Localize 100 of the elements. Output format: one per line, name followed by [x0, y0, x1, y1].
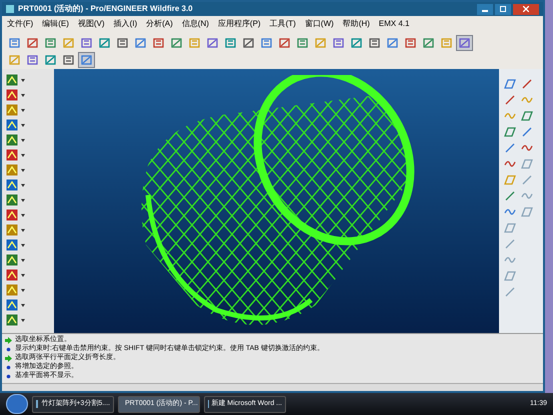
- datum-icon: [521, 158, 533, 170]
- feature-icon: [6, 299, 18, 311]
- dropdown-arrow-icon[interactable]: [21, 78, 25, 82]
- feature-tool-button[interactable]: [5, 74, 18, 86]
- datum-icon: [504, 270, 516, 282]
- tool-icon: [386, 37, 398, 49]
- feature-tool-button[interactable]: [5, 118, 18, 132]
- bullet-icon: [5, 364, 12, 371]
- datum-tool-button[interactable]: [503, 189, 517, 203]
- menu-item[interactable]: 工具(T): [270, 18, 296, 30]
- tool-icon: [152, 37, 164, 49]
- menu-item[interactable]: 编辑(E): [42, 18, 69, 30]
- datum-tool-button[interactable]: [503, 93, 517, 107]
- menu-item[interactable]: 视图(V): [78, 18, 105, 30]
- tool-icon: [44, 54, 56, 66]
- feature-icon: [6, 239, 18, 251]
- datum-tool-button[interactable]: [520, 77, 534, 91]
- dropdown-arrow-icon[interactable]: [21, 228, 25, 232]
- feature-tool-button[interactable]: [5, 254, 18, 266]
- dropdown-arrow-icon[interactable]: [21, 124, 25, 126]
- toolbar-button[interactable]: [456, 35, 473, 51]
- tool-icon: [80, 54, 92, 66]
- dropdown-arrow-icon[interactable]: [21, 184, 25, 186]
- tool-icon: [296, 37, 308, 49]
- tool-icon: [422, 37, 434, 49]
- dropdown-arrow-icon[interactable]: [21, 198, 25, 202]
- menu-item[interactable]: 应用程序(P): [218, 18, 261, 30]
- tool-icon: [8, 54, 20, 66]
- tool-icon: [116, 37, 128, 49]
- bullet-icon: [5, 373, 12, 380]
- feature-tool-button[interactable]: [5, 134, 18, 146]
- datum-icon: [521, 206, 533, 218]
- datum-tool-button[interactable]: [503, 77, 517, 91]
- dropdown-arrow-icon[interactable]: [21, 154, 25, 156]
- dropdown-arrow-icon[interactable]: [21, 138, 25, 142]
- feature-icon: [6, 179, 18, 191]
- feature-icon: [6, 104, 18, 116]
- datum-tool-button[interactable]: [503, 141, 517, 155]
- toolbar-button[interactable]: [78, 52, 95, 68]
- datum-icon: [504, 78, 516, 90]
- menu-item[interactable]: 信息(N): [182, 18, 209, 30]
- tool-icon: [80, 37, 92, 49]
- dropdown-arrow-icon[interactable]: [21, 258, 25, 262]
- datum-icon: [504, 286, 516, 298]
- dropdown-arrow-icon[interactable]: [21, 214, 25, 216]
- feature-tool-button[interactable]: [5, 194, 18, 206]
- feature-tool-button[interactable]: [5, 298, 18, 312]
- tool-icon: [44, 37, 56, 49]
- feature-icon: [6, 254, 18, 266]
- feature-icon: [6, 74, 18, 86]
- tool-icon: [170, 37, 182, 49]
- arrow-icon: [5, 355, 12, 362]
- feature-tool-button[interactable]: [5, 314, 18, 326]
- dropdown-arrow-icon[interactable]: [21, 318, 25, 322]
- feature-tool-button[interactable]: [5, 238, 18, 252]
- datum-icon: [504, 190, 516, 202]
- feature-icon: [6, 209, 18, 221]
- datum-icon: [521, 126, 533, 138]
- start-button[interactable]: [6, 394, 28, 414]
- datum-tool-button[interactable]: [503, 125, 517, 139]
- menu-item[interactable]: 窗口(W): [304, 18, 334, 30]
- tool-icon: [62, 54, 74, 66]
- datum-tool-button[interactable]: [520, 125, 534, 139]
- tool-icon: [188, 37, 200, 49]
- menu-item[interactable]: 文件(F): [7, 18, 34, 30]
- feature-icon: [6, 269, 18, 281]
- window-icon: [36, 400, 38, 408]
- menu-item[interactable]: 分析(A): [146, 18, 173, 30]
- dropdown-arrow-icon[interactable]: [21, 304, 25, 306]
- datum-icon: [504, 126, 516, 138]
- feature-icon: [6, 134, 18, 146]
- tool-icon: [134, 37, 146, 49]
- minimize-button[interactable]: [477, 4, 493, 14]
- feature-tool-button[interactable]: [5, 268, 18, 282]
- dropdown-arrow-icon[interactable]: [21, 274, 25, 276]
- maximize-button[interactable]: [495, 4, 511, 14]
- datum-tool-button[interactable]: [520, 109, 534, 123]
- feature-tool-button[interactable]: [5, 88, 18, 102]
- tool-icon: [224, 37, 236, 49]
- menu-item[interactable]: EMX 4.1: [378, 18, 410, 30]
- menu-item[interactable]: 帮助(H): [342, 18, 370, 30]
- dropdown-arrow-icon[interactable]: [21, 168, 25, 172]
- bullet-icon: [5, 346, 12, 353]
- dropdown-arrow-icon[interactable]: [21, 288, 25, 292]
- feature-tool-button[interactable]: [5, 178, 18, 192]
- maximize-icon: [500, 6, 506, 12]
- tool-icon: [8, 37, 20, 49]
- datum-icon: [504, 142, 516, 154]
- dropdown-arrow-icon[interactable]: [21, 108, 25, 112]
- dropdown-arrow-icon[interactable]: [21, 244, 25, 246]
- tool-icon: [350, 37, 362, 49]
- close-button[interactable]: [513, 4, 539, 14]
- datum-icon: [504, 174, 516, 186]
- datum-icon: [504, 94, 516, 106]
- tool-icon: [62, 37, 74, 49]
- tool-icon: [314, 37, 326, 49]
- dropdown-arrow-icon[interactable]: [21, 94, 25, 96]
- feature-tool-button[interactable]: [5, 208, 18, 222]
- menu-item[interactable]: 插入(I): [114, 18, 138, 30]
- feature-tool-button[interactable]: [5, 148, 18, 162]
